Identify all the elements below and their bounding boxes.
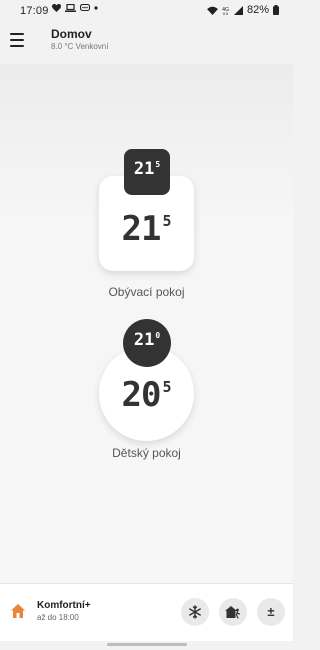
home-mode-icon xyxy=(11,604,25,618)
app-header: Domov 8.0 °C Venkovní xyxy=(0,22,293,64)
laptop-icon xyxy=(65,4,76,12)
room-name[interactable]: Dětský pokoj xyxy=(0,446,293,460)
snowflake-icon xyxy=(189,605,201,619)
home-title[interactable]: Domov xyxy=(51,27,92,41)
chat-icon xyxy=(80,4,90,12)
mode-until: až do 18:00 xyxy=(37,613,79,622)
setpoint-badge[interactable]: 21 0 xyxy=(123,319,171,367)
room-name[interactable]: Obývací pokoj xyxy=(0,285,293,299)
setpoint-integer: 21 xyxy=(133,330,155,350)
mode-bar: Komfortní+ až do 18:00 ± xyxy=(0,583,293,641)
adjust-temperature-button[interactable]: ± xyxy=(257,598,285,626)
status-time: 17:09 xyxy=(20,5,49,17)
svg-text:4G: 4G xyxy=(222,7,229,13)
setpoint-badge[interactable]: 21 5 xyxy=(124,149,170,195)
current-temperature: 21 5 xyxy=(99,212,194,246)
current-temp-integer: 20 xyxy=(121,375,162,415)
valve-kids-room[interactable]: 21 0 20 5 xyxy=(99,319,194,441)
battery-icon xyxy=(273,5,279,15)
frost-guard-button[interactable] xyxy=(181,598,209,626)
menu-bar xyxy=(10,39,24,41)
notification-icons xyxy=(52,4,98,12)
dot-icon xyxy=(94,6,98,10)
rooms-area: 21 5 21 5 Obývací pokoj 21 0 20 5 Dětský… xyxy=(0,64,293,583)
plus-minus-icon: ± xyxy=(267,604,275,619)
setpoint-decimal: 0 xyxy=(155,331,161,340)
signal-icon xyxy=(233,5,243,15)
setpoint-integer: 21 xyxy=(133,159,155,179)
menu-button[interactable] xyxy=(10,31,30,49)
battery-percentage: 82% xyxy=(246,4,269,16)
outdoor-temperature: 8.0 °C Venkovní xyxy=(51,42,109,51)
menu-bar xyxy=(10,45,24,47)
thermostat-living-room[interactable]: 21 5 21 5 xyxy=(99,149,194,271)
system-icons: 4G 82% xyxy=(207,4,279,16)
4g-icon: 4G xyxy=(222,7,229,15)
status-bar: 17:09 4G 82% xyxy=(0,0,293,22)
current-temperature: 20 5 xyxy=(99,378,194,412)
gesture-nav-handle[interactable] xyxy=(107,643,187,646)
current-temp-decimal: 5 xyxy=(162,378,172,396)
mode-title[interactable]: Komfortní+ xyxy=(37,600,91,611)
away-mode-button[interactable] xyxy=(219,598,247,626)
current-temp-integer: 21 xyxy=(121,209,162,249)
menu-bar xyxy=(10,33,24,35)
wifi-icon xyxy=(207,6,218,15)
heart-icon xyxy=(52,4,61,12)
setpoint-decimal: 5 xyxy=(155,160,161,169)
away-home-icon xyxy=(225,606,241,619)
current-temp-decimal: 5 xyxy=(162,212,172,230)
